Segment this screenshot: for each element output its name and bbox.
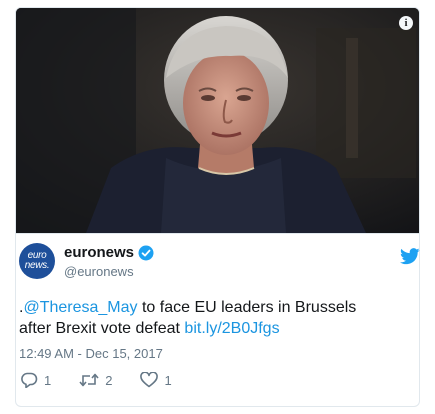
tweet-actions: 1 2 1 xyxy=(20,372,200,388)
tweet-timestamp[interactable]: 12:49 AM - Dec 15, 2017 xyxy=(19,346,163,361)
avatar-text-line2: news. xyxy=(24,260,50,271)
verified-badge-icon xyxy=(138,245,154,261)
twitter-bird-icon[interactable] xyxy=(400,248,420,270)
tweet-text: .@Theresa_May to face EU leaders in Brus… xyxy=(19,297,389,339)
reply-icon xyxy=(21,372,38,388)
retweet-count: 2 xyxy=(105,372,113,388)
media-info-button[interactable]: i xyxy=(399,16,413,30)
like-count: 1 xyxy=(164,372,172,388)
author-name-row[interactable]: euronews xyxy=(64,244,154,261)
tweet-photo[interactable]: i xyxy=(16,8,419,233)
tweet-author[interactable]: euro news. euronews @euronews xyxy=(19,243,154,279)
short-url-link[interactable]: bit.ly/2B0Jfgs xyxy=(184,320,279,337)
author-handle[interactable]: @euronews xyxy=(64,264,154,279)
reply-button[interactable]: 1 xyxy=(20,372,51,388)
heart-icon xyxy=(140,372,159,388)
photo-portrait-illustration xyxy=(16,8,419,233)
media-divider xyxy=(16,233,419,234)
info-icon: i xyxy=(404,16,408,29)
author-display-name: euronews xyxy=(64,244,135,261)
retweet-button[interactable]: 2 xyxy=(79,372,112,388)
reply-count: 1 xyxy=(44,372,52,388)
like-button[interactable]: 1 xyxy=(140,372,172,388)
avatar[interactable]: euro news. xyxy=(19,243,55,279)
retweet-icon xyxy=(79,373,99,387)
mention-link[interactable]: @Theresa_May xyxy=(23,299,137,316)
